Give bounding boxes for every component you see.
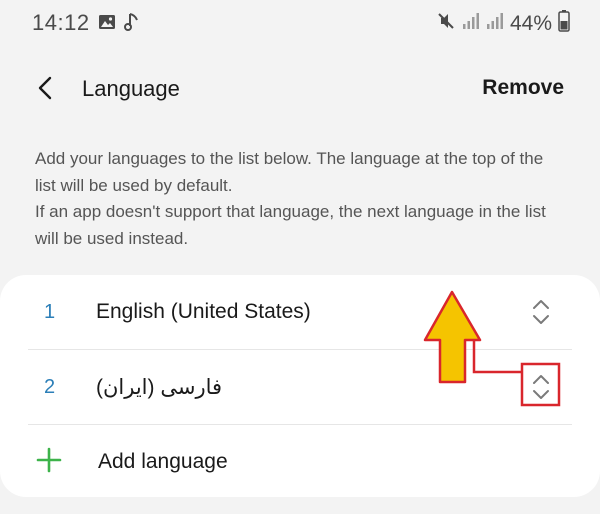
- mute-icon: [436, 11, 456, 36]
- language-index: 2: [44, 376, 56, 398]
- battery-icon: [558, 10, 570, 37]
- music-note-icon: [124, 12, 140, 37]
- language-name: English (United States): [96, 300, 311, 323]
- chevron-left-icon: [38, 76, 52, 100]
- status-time: 14:12: [32, 10, 90, 35]
- language-description: Add your languages to the list below. Th…: [35, 146, 565, 252]
- gallery-icon: [98, 14, 116, 35]
- back-button[interactable]: [30, 72, 62, 104]
- reorder-handle[interactable]: [528, 297, 554, 327]
- reorder-chevrons-icon: [533, 300, 549, 324]
- status-left-icons: [98, 12, 140, 37]
- remove-button[interactable]: Remove: [482, 76, 564, 100]
- language-row-persian[interactable]: 2 فارسی (ایران): [0, 350, 600, 424]
- reorder-chevrons-icon: [533, 375, 549, 399]
- status-right-icons: 44%: [436, 10, 570, 37]
- signal-icon: [486, 12, 504, 35]
- add-language-button[interactable]: Add language: [0, 425, 600, 497]
- signal-icon: [462, 12, 480, 35]
- battery-percent: 44%: [509, 11, 552, 35]
- add-language-label: Add language: [98, 450, 228, 473]
- reorder-handle[interactable]: [528, 372, 554, 402]
- plus-icon: [36, 447, 62, 473]
- language-name: فارسی (ایران): [96, 376, 223, 399]
- description-line-2: If an app doesn't support that language,…: [35, 202, 546, 248]
- description-line-1: Add your languages to the list below. Th…: [35, 149, 544, 195]
- app-header: Language Remove: [0, 60, 600, 116]
- page-title: Language: [82, 76, 180, 101]
- status-bar: 14:12 44%: [0, 0, 600, 48]
- language-index: 1: [44, 301, 56, 323]
- language-row-english[interactable]: 1 English (United States): [0, 275, 600, 349]
- language-list-card: 1 English (United States) 2 فارسی (ایران…: [0, 275, 600, 497]
